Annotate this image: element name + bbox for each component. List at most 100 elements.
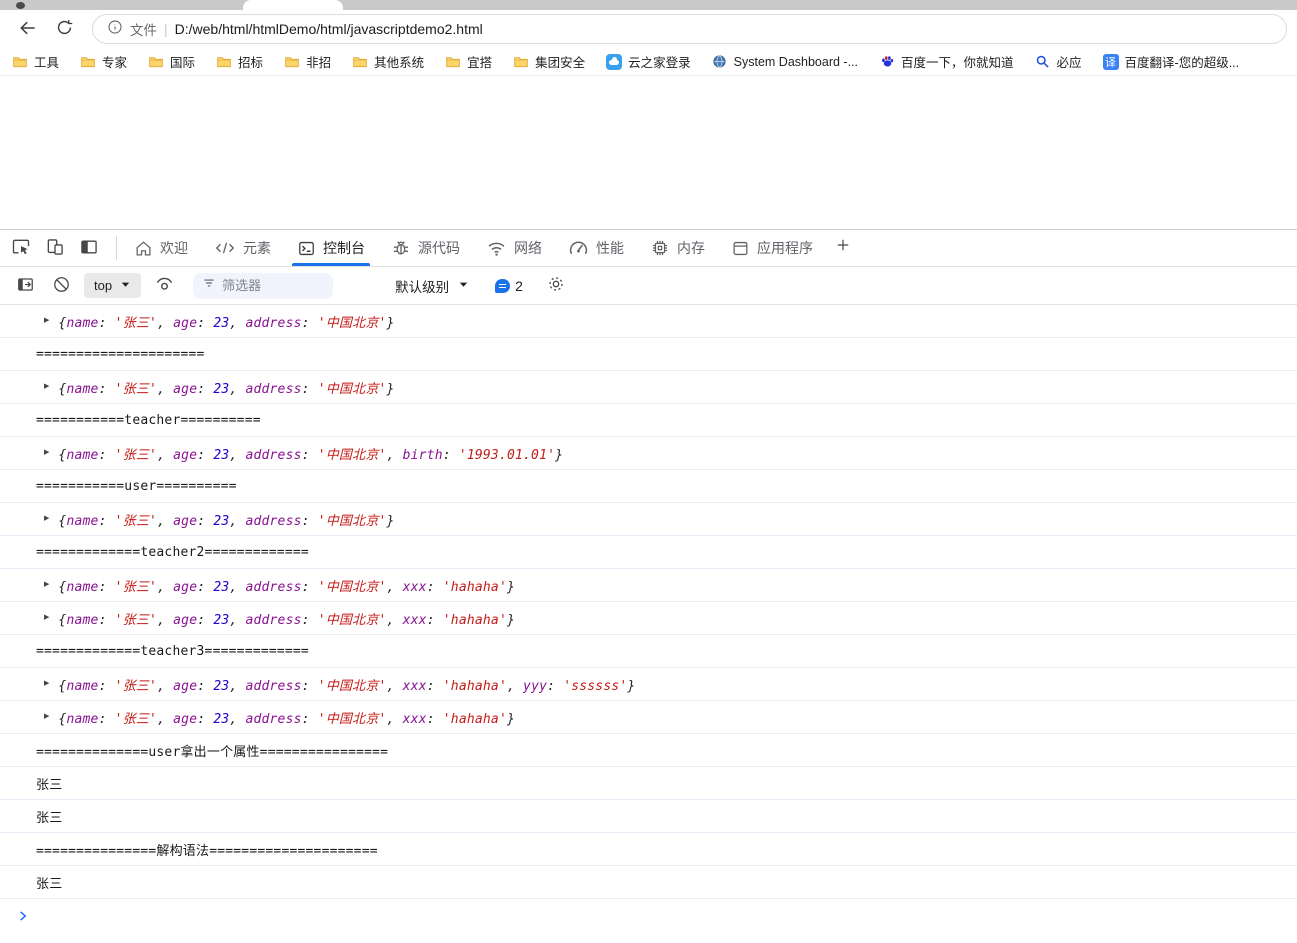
expand-caret-icon[interactable]: ▶	[44, 448, 49, 458]
address-bar[interactable]: 文件 | D:/web/html/htmlDemo/html/javascrip…	[92, 14, 1287, 44]
console-message: 张三	[0, 767, 1297, 800]
console-message: ==============user拿出一个属性================	[0, 734, 1297, 767]
bookmark-other-systems[interactable]: 其他系统	[352, 52, 424, 71]
devtools-tabbar: 欢迎 元素 控制台 源代码 网络 性能 内存 应用程序	[0, 230, 1297, 267]
bookmark-group-security[interactable]: 集团安全	[513, 52, 585, 71]
bookmark-label: 国际	[170, 56, 196, 70]
expand-caret-icon[interactable]: ▶	[44, 514, 49, 524]
console-message[interactable]: ▶ {name: '张三', age: 23, address: '中国北京'}	[0, 305, 1297, 338]
inspect-element-button[interactable]	[6, 234, 36, 262]
folder-icon	[352, 54, 368, 70]
clear-console-button[interactable]	[48, 273, 74, 299]
plus-icon	[834, 236, 852, 260]
globe-icon	[712, 54, 728, 70]
device-toolbar-button[interactable]	[40, 234, 70, 262]
console-message[interactable]: ▶ {name: '张三', age: 23, address: '中国北京'}	[0, 503, 1297, 536]
tab-console[interactable]: 控制台	[284, 230, 378, 266]
bookmark-bidding[interactable]: 招标	[216, 52, 263, 71]
filter-input[interactable]	[222, 278, 323, 293]
back-icon	[18, 18, 38, 41]
tab-sources[interactable]: 源代码	[378, 230, 473, 266]
bookmark-experts[interactable]: 专家	[80, 52, 127, 71]
url-text: D:/web/html/htmlDemo/html/javascriptdemo…	[174, 21, 483, 37]
devtools-left-icons	[6, 230, 112, 266]
console-message: ===============解构语法=====================	[0, 833, 1297, 866]
log-text: =============teacher2=============	[36, 544, 309, 560]
bookmark-system-dashboard[interactable]: System Dashboard -...	[712, 54, 858, 70]
devtools-panel: 欢迎 元素 控制台 源代码 网络 性能 内存 应用程序 top 筛选器 默认级别…	[0, 229, 1297, 928]
tab-welcome[interactable]: 欢迎	[121, 230, 201, 266]
tab-elements[interactable]: 元素	[201, 230, 284, 266]
folder-icon	[513, 54, 529, 70]
bookmark-cloudhub-login[interactable]: 云之家登录	[606, 52, 691, 71]
console-message: =====================	[0, 338, 1297, 371]
console-message[interactable]: ▶ {name: '张三', age: 23, address: '中国北京', …	[0, 569, 1297, 602]
expand-caret-icon[interactable]: ▶	[44, 712, 49, 722]
console-icon	[297, 239, 316, 258]
message-count-value: 2	[515, 277, 523, 294]
console-message[interactable]: ▶ {name: '张三', age: 23, address: '中国北京', …	[0, 701, 1297, 734]
console-prompt[interactable]	[0, 899, 1297, 928]
expand-caret-icon[interactable]: ▶	[44, 316, 49, 326]
message-count[interactable]: 2	[495, 278, 523, 294]
tab-label: 元素	[243, 240, 271, 256]
browser-tab-strip	[0, 0, 1297, 10]
log-text: 张三	[36, 810, 63, 826]
refresh-icon	[55, 18, 74, 40]
log-text: =============teacher3=============	[36, 643, 309, 659]
bookmark-intl[interactable]: 国际	[148, 52, 195, 71]
folder-icon	[148, 54, 164, 70]
tab-memory[interactable]: 内存	[637, 230, 718, 266]
tab-performance[interactable]: 性能	[555, 230, 637, 266]
console-toolbar: top 默认级别 2	[0, 267, 1297, 305]
tab-application[interactable]: 应用程序	[718, 230, 826, 266]
log-level-select[interactable]: 默认级别	[395, 276, 469, 296]
dock-side-button[interactable]	[74, 234, 104, 262]
code-icon	[214, 239, 236, 257]
back-button[interactable]	[14, 15, 42, 43]
prompt-chevron-icon	[16, 909, 30, 928]
wifi-icon	[486, 238, 507, 259]
more-panels-button[interactable]	[826, 230, 860, 266]
tab-label: 性能	[596, 240, 624, 256]
chevron-down-icon	[120, 278, 131, 293]
browser-active-tab[interactable]	[243, 0, 343, 10]
bookmark-baidu-translate[interactable]: 译百度翻译-您的超级...	[1102, 52, 1239, 71]
console-message[interactable]: ▶ {name: '张三', age: 23, address: '中国北京', …	[0, 437, 1297, 470]
expand-caret-icon[interactable]: ▶	[44, 679, 49, 689]
bookmark-yida[interactable]: 宜搭	[445, 52, 492, 71]
magnifier-icon	[1035, 54, 1051, 70]
tab-label: 源代码	[418, 240, 460, 256]
console-message[interactable]: ▶ {name: '张三', age: 23, address: '中国北京', …	[0, 668, 1297, 701]
console-message[interactable]: ▶ {name: '张三', age: 23, address: '中国北京'}	[0, 371, 1297, 404]
bookmark-label: 云之家登录	[628, 56, 691, 70]
object-preview: {name: '张三', age: 23, address: '中国北京', x…	[58, 711, 516, 727]
url-scheme-label: 文件	[130, 23, 157, 38]
console-message: 张三	[0, 800, 1297, 833]
bookmark-tools[interactable]: 工具	[12, 52, 59, 71]
console-filter[interactable]	[193, 272, 334, 299]
bookmark-bing[interactable]: 必应	[1035, 52, 1082, 71]
devtools-tabs: 欢迎 元素 控制台 源代码 网络 性能 内存 应用程序	[121, 230, 826, 266]
gear-icon	[546, 274, 566, 297]
expand-caret-icon[interactable]: ▶	[44, 613, 49, 623]
cloudapp-icon	[606, 53, 623, 70]
console-message: =============teacher2=============	[0, 536, 1297, 569]
bookmark-label: 必应	[1056, 56, 1082, 70]
translate-icon: 译	[1102, 53, 1119, 70]
console-message[interactable]: ▶ {name: '张三', age: 23, address: '中国北京', …	[0, 602, 1297, 635]
execution-context-select[interactable]: top	[84, 273, 142, 298]
console-sidebar-toggle[interactable]	[12, 273, 38, 299]
dock-icon	[79, 237, 99, 260]
info-icon[interactable]	[107, 19, 123, 40]
folder-icon	[445, 54, 461, 70]
bookmark-baidu[interactable]: 百度一下，你就知道	[879, 52, 1014, 71]
expand-caret-icon[interactable]: ▶	[44, 580, 49, 590]
tab-network[interactable]: 网络	[473, 230, 555, 266]
bookmark-nonbid[interactable]: 非招	[284, 52, 331, 71]
live-expression-button[interactable]	[151, 273, 177, 299]
bookmark-label: 宜搭	[467, 56, 493, 70]
expand-caret-icon[interactable]: ▶	[44, 382, 49, 392]
refresh-button[interactable]	[50, 15, 78, 43]
console-settings-button[interactable]	[543, 273, 569, 299]
